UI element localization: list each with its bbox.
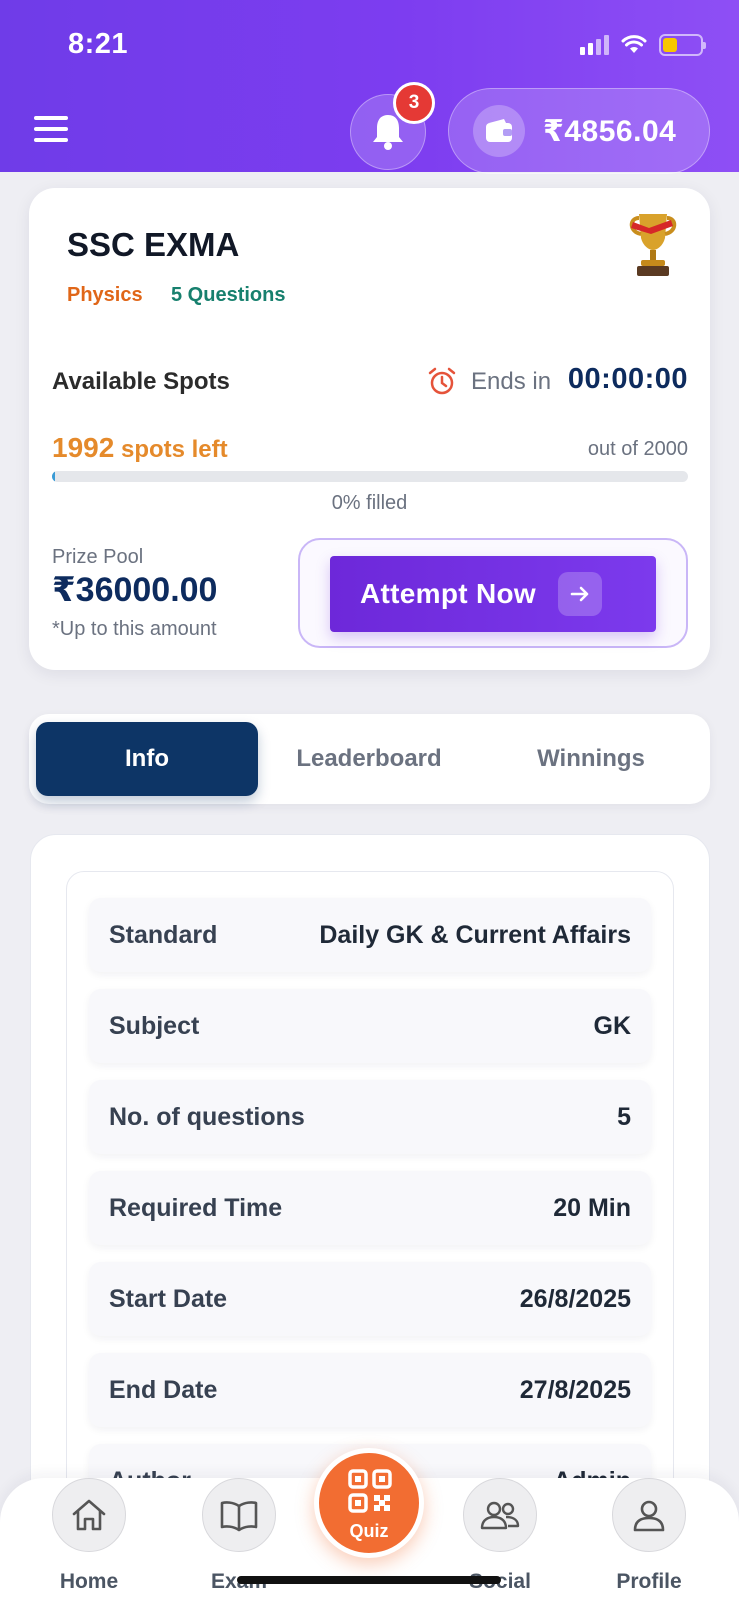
nav-quiz-button[interactable]: Quiz	[314, 1448, 424, 1558]
person-icon	[612, 1478, 686, 1552]
spots-left: 1992 spots left	[52, 432, 228, 464]
info-row-start-date: Start Date 26/8/2025	[89, 1262, 651, 1336]
progress-filled-text: 0% filled	[331, 492, 408, 514]
nav-home[interactable]: Home	[29, 1478, 149, 1600]
info-row-required-time: Required Time 20 Min	[89, 1171, 651, 1245]
nav-profile[interactable]: Profile	[589, 1478, 709, 1600]
tab-leaderboard[interactable]: Leaderboard	[258, 722, 480, 796]
tab-winnings[interactable]: Winnings	[480, 722, 702, 796]
wifi-icon	[621, 35, 647, 53]
info-label: Subject	[109, 1011, 200, 1040]
wallet-button[interactable]: ₹4856.04	[448, 88, 710, 174]
quiz-subject: Physics	[67, 284, 143, 306]
status-icons	[580, 34, 706, 56]
spots-progress-fill	[52, 471, 55, 482]
qr-code-icon	[348, 1469, 392, 1513]
prize-pool-note: *Up to this amount	[52, 618, 217, 640]
attempt-now-button[interactable]: Attempt Now	[330, 556, 656, 632]
info-label: End Date	[109, 1375, 218, 1404]
home-indicator	[237, 1576, 501, 1584]
info-label: No. of questions	[109, 1102, 305, 1131]
prize-pool-amount: ₹36000.00	[52, 571, 218, 609]
nav-home-label: Home	[59, 1570, 119, 1593]
ends-in-label: Ends in	[471, 368, 552, 395]
info-value: 20 Min	[553, 1193, 631, 1222]
nav-profile-label: Profile	[616, 1570, 682, 1593]
menu-icon	[34, 116, 68, 120]
wallet-balance: ₹4856.04	[543, 114, 677, 148]
trophy-icon	[629, 214, 677, 276]
spots-left-number: 1992	[52, 432, 115, 463]
quiz-tabs: Info Leaderboard Winnings	[29, 714, 710, 804]
info-row-standard: Standard Daily GK & Current Affairs	[89, 898, 651, 972]
quiz-card: SSC EXMA Physics 5 Questions Available S…	[29, 188, 710, 670]
attempt-now-label: Attempt Now	[360, 578, 536, 609]
wallet-icon	[473, 105, 525, 157]
status-time: 8:21	[68, 28, 129, 60]
info-row-subject: Subject GK	[89, 989, 651, 1063]
arrow-right-icon	[557, 572, 602, 616]
available-spots-label: Available Spots	[52, 368, 230, 395]
battery-icon	[659, 34, 706, 56]
alarm-clock-icon	[428, 367, 456, 395]
app-header: 8:21 3 ₹4856.04	[0, 0, 739, 174]
info-label: Required Time	[109, 1193, 283, 1222]
menu-button[interactable]	[34, 116, 68, 142]
info-value: Daily GK & Current Affairs	[319, 920, 631, 949]
cellular-signal-icon	[580, 35, 609, 55]
info-value: 26/8/2025	[519, 1284, 631, 1313]
people-icon	[463, 1478, 537, 1552]
home-icon	[52, 1478, 126, 1552]
attempt-button-container: Attempt Now	[298, 538, 688, 648]
info-value: GK	[593, 1011, 632, 1040]
info-row-end-date: End Date 27/8/2025	[89, 1353, 651, 1427]
info-value: 5	[617, 1102, 631, 1131]
tab-info[interactable]: Info	[36, 722, 258, 796]
countdown-timer: 00:00:00	[567, 363, 688, 395]
info-row-question-count: No. of questions 5	[89, 1080, 651, 1154]
info-value: 27/8/2025	[519, 1375, 631, 1404]
info-label: Standard	[109, 920, 218, 949]
quiz-question-count: 5 Questions	[171, 284, 286, 306]
spots-left-suffix: spots left	[114, 436, 228, 463]
notification-badge: 3	[393, 82, 435, 124]
nav-quiz-label: Quiz	[349, 1521, 389, 1541]
info-label: Start Date	[109, 1284, 228, 1313]
book-icon	[202, 1478, 276, 1552]
spots-total: out of 2000	[587, 438, 688, 460]
quiz-title: SSC EXMA	[67, 226, 240, 263]
spots-progress-bar	[52, 471, 688, 482]
prize-pool-label: Prize Pool	[52, 546, 144, 568]
